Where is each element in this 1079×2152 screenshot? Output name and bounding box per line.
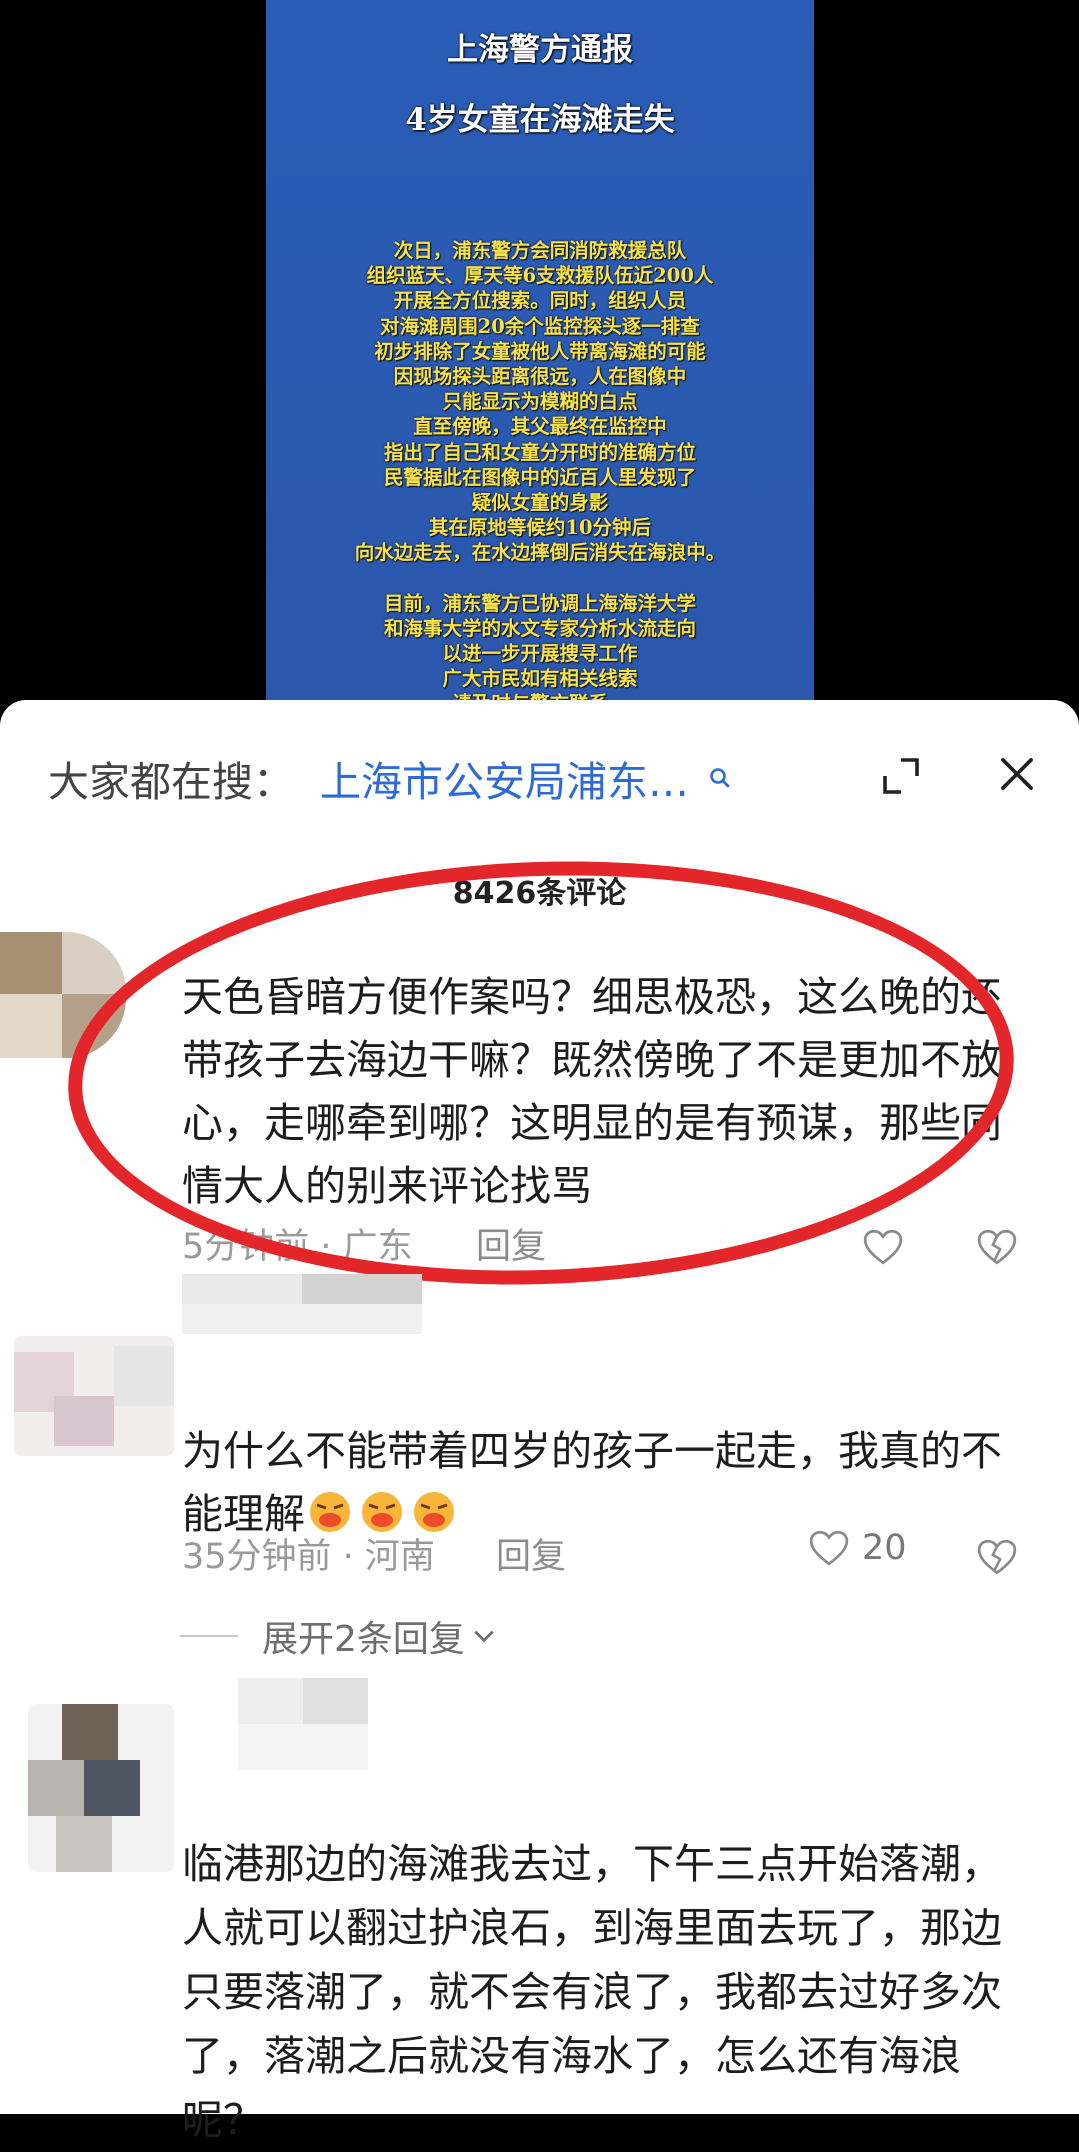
search-icon[interactable] xyxy=(707,765,733,791)
search-prefix-label: 大家都在搜： xyxy=(48,758,294,806)
expand-icon[interactable] xyxy=(879,754,923,798)
comment-meta: 35分钟前 · 河南 xyxy=(182,1537,435,1577)
comment-sheet: 大家都在搜： 上海市公安局浦东… 8426条评论 天色昏暗方便作案吗？细思极恐，… xyxy=(0,700,1079,2144)
dislike-icon[interactable] xyxy=(976,1538,1018,1576)
search-suggestion-link[interactable]: 上海市公安局浦东… xyxy=(320,748,689,808)
reply-button[interactable]: 回复 xyxy=(496,1528,566,1579)
like-icon xyxy=(809,1530,849,1566)
video-player[interactable]: 上海警方通报 4岁女童在海滩走失 次日，浦东警方会同消防救援总队 组织蓝天、厚天… xyxy=(0,0,1079,715)
notice-paragraph-1: 次日，浦东警方会同消防救援总队 组织蓝天、厚天等6支救援队伍近200人 开展全方… xyxy=(354,239,726,565)
like-button[interactable]: 20 xyxy=(808,1528,907,1568)
police-notice-image: 上海警方通报 4岁女童在海滩走失 次日，浦东警方会同消防救援总队 组织蓝天、厚天… xyxy=(266,0,814,715)
expand-divider xyxy=(180,1635,238,1637)
like-icon[interactable] xyxy=(862,1228,904,1266)
username-blurred xyxy=(238,1678,368,1770)
avatar[interactable] xyxy=(28,1704,174,1872)
expand-replies-button[interactable]: 展开2条回复 xyxy=(180,1610,497,1662)
close-icon[interactable] xyxy=(997,754,1037,794)
expand-replies-label: 展开2条回复 xyxy=(262,1619,465,1660)
dislike-icon[interactable] xyxy=(976,1228,1018,1266)
username-blurred xyxy=(182,1274,422,1334)
notice-paragraph-2: 目前，浦东警方已协调上海海洋大学 和海事大学的水文专家分析水流走向 以进一步开展… xyxy=(383,591,696,716)
chevron-down-icon xyxy=(474,1630,494,1643)
search-suggestion-bar: 大家都在搜： 上海市公安局浦东… xyxy=(48,748,1039,808)
like-count: 20 xyxy=(862,1528,907,1568)
avatar[interactable] xyxy=(14,1336,174,1456)
notice-title-line1: 上海警方通报 xyxy=(447,32,633,68)
notice-title-line2: 4岁女童在海滩走失 xyxy=(405,102,675,138)
comment-text: 临港那边的海滩我去过，下午三点开始落潮，人就可以翻过护浪石，到海里面去玩了，那边… xyxy=(182,1840,1002,2144)
